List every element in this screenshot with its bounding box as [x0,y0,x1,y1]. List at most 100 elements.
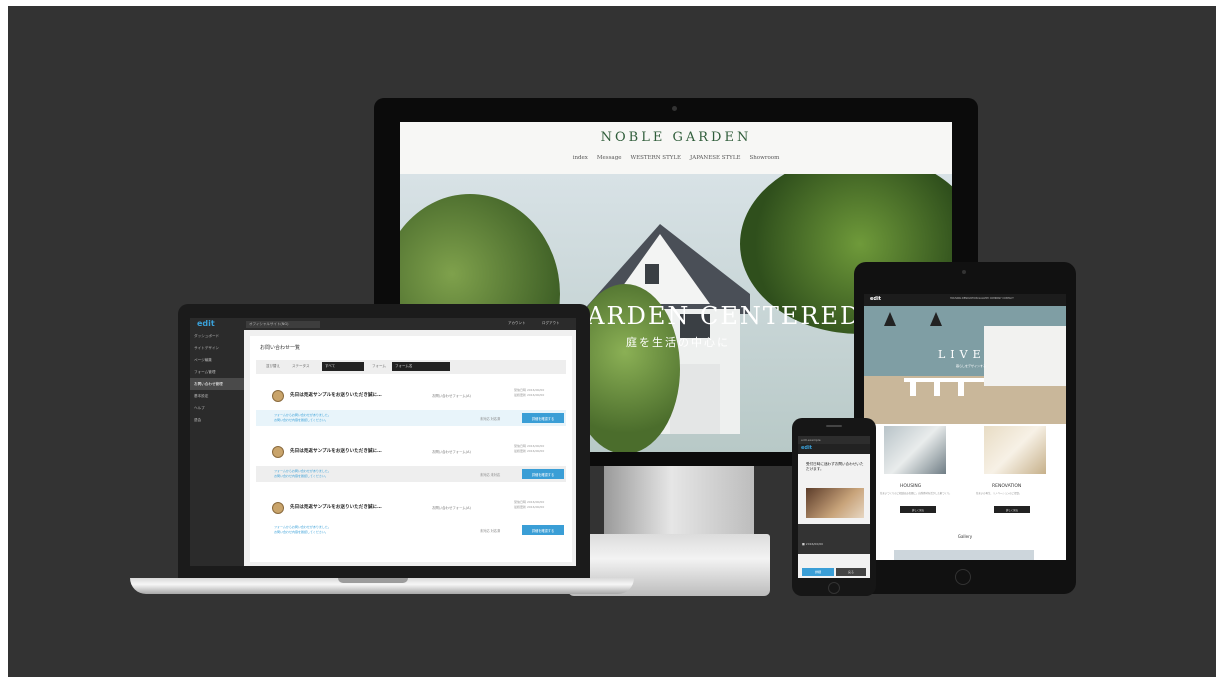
phone-banner: ■ 2016/00/00 [798,524,870,554]
status-toggle[interactable]: 未対応 未対応 [480,472,500,477]
site-header: NOBLE GARDEN index Message WESTERN STYLE… [400,122,952,174]
message-form: お問い合わせフォーム(A) [432,394,471,398]
tablet: edit HOUSING RENOVATION GALLERY COMPANY … [854,262,1076,594]
nav-item-index[interactable]: index [573,155,588,161]
phone-screen: edit.example edit 受付日時に迷わずお問い合わせいただけます。 … [798,436,870,578]
sidebar-item-settings[interactable]: 基本設定 [190,390,244,402]
housing-image[interactable] [884,426,946,474]
monitor-stand [604,466,754,538]
filter-bar: 並び替え ステータス すべて フォーム フォーム名 [256,360,566,374]
status-toggle[interactable]: 未対応 対応済 [480,528,500,533]
gallery-heading: Gallery [957,534,973,539]
admin-logo[interactable]: edit [197,319,215,328]
phone-back-button[interactable]: 戻る [836,568,866,576]
tablet-screen: edit HOUSING RENOVATION GALLERY COMPANY … [864,294,1066,560]
nav-item-showroom[interactable]: Showroom [749,155,779,161]
status-toggle[interactable]: 未対応 対応済 [480,416,500,421]
speaker [826,425,842,427]
status-dropdown[interactable]: すべて [322,362,364,371]
tablet-hero: LIVE 暮らしをデザインする [864,306,1066,424]
note-line-1: フォームからお問い合わせがありました。 [274,525,331,529]
admin-sidebar: ダッシュボード サイトデザイン ページ編集 フォーム管理 お問い合わせ管理 基本… [190,330,244,566]
avatar [272,446,284,458]
sidebar-item-dashboard[interactable]: ダッシュボード [190,330,244,342]
home-button[interactable] [828,582,840,594]
phone-text: 受付日時に迷わずお問い合わせいただけます。 [806,462,864,471]
view-detail-button[interactable]: 詳細を確認する [522,469,564,479]
sidebar-item-forms[interactable]: フォーム管理 [190,366,244,378]
url-field[interactable]: edit.example [801,438,821,442]
note-line-1: フォームからお問い合わせがありました。 [274,413,331,417]
page-title: お問い合わせ一覧 [260,345,301,351]
hero-subtitle: 庭を生活の中心に [626,336,730,349]
avatar [272,390,284,402]
list-item[interactable]: 先日は見返サンプルをお送りいただき誠に… お問い合わせフォーム(A) 受信日時 … [256,380,566,434]
phone-photo [806,488,864,518]
filter-label-status: ステータス [292,364,310,368]
laptop-notch [338,578,408,583]
view-detail-button[interactable]: 詳細を確認する [522,413,564,423]
message-dates: 受信日時 2016/00/00 最終更新 2016/00/00 [514,444,544,454]
received-date: 受信日時 2016/00/00 [514,444,545,448]
showcase-background: NOBLE GARDEN index Message WESTERN STYLE… [8,6,1216,677]
message-title[interactable]: 先日は見返サンプルをお送りいただき誠に… [290,392,382,398]
nav-item-japanese[interactable]: JAPANESE STYLE [690,155,740,161]
updated-date: 最終更新 2016/00/00 [514,393,545,397]
smartphone: edit.example edit 受付日時に迷わずお問い合わせいただけます。 … [792,418,876,596]
message-title[interactable]: 先日は見返サンプルをお送りいただき誠に… [290,504,382,510]
message-footer: フォームからお問い合わせがありました。 お問い合わせ内容を確認してください。 未対… [256,466,566,482]
message-dates: 受信日時 2016/00/00 最終更新 2016/00/00 [514,500,544,510]
camera-icon [962,270,966,274]
note-line-1: フォームからお問い合わせがありました。 [274,469,331,473]
sidebar-item-design[interactable]: サイトデザイン [190,342,244,354]
note-line-2: お問い合わせ内容を確認してください。 [274,529,328,534]
housing-more-button[interactable]: 詳しく見る [900,506,936,513]
tablet-nav[interactable]: HOUSING RENOVATION GALLERY COMPANY CONTA… [950,297,1014,300]
sidebar-item-help[interactable]: ヘルプ [190,402,244,414]
site-logo[interactable]: NOBLE GARDEN [400,130,952,145]
filter-label-form: フォーム [372,364,386,368]
camera-icon [672,106,677,111]
filter-label-sort: 並び替え [266,364,280,368]
sidebar-item-inquiries[interactable]: お問い合わせ管理 [190,378,244,390]
renovation-image[interactable] [984,426,1046,474]
form-dropdown[interactable]: フォーム名 [392,362,450,371]
laptop-screen: edit オフィシャルサイト(NG) アカウント ログアウト ダッシュボード サ… [190,318,576,566]
renovation-more-button[interactable]: 詳しく見る [994,506,1030,513]
view-detail-button[interactable]: 詳細を確認する [522,525,564,535]
message-dates: 受信日時 2016/00/00 最終更新 2016/00/00 [514,388,544,398]
nav-item-message[interactable]: Message [597,155,622,161]
message-footer: フォームからお問い合わせがありました。 お問い合わせ内容を確認してください。 未対… [256,522,566,538]
account-link[interactable]: アカウント [508,321,526,326]
message-footer: フォームからお問い合わせがありました。 お問い合わせ内容を確認してください。 未対… [256,410,566,426]
housing-heading: HOUSING [900,484,922,489]
site-selector[interactable]: オフィシャルサイト(NG) [246,321,320,328]
list-item[interactable]: 先日は見返サンプルをお送りいただき誠に… お問い合わせフォーム(A) 受信日時 … [256,436,566,490]
sidebar-item-pages[interactable]: ページ編集 [190,354,244,366]
laptop: edit オフィシャルサイト(NG) アカウント ログアウト ダッシュボード サ… [178,304,590,580]
list-item[interactable]: 先日は見返サンプルをお送りいただき誠に… お問い合わせフォーム(A) 受信日時 … [256,492,566,546]
updated-date: 最終更新 2016/00/00 [514,449,545,453]
renovation-heading: RENOVATION [992,484,1022,489]
message-note: フォームからお問い合わせがありました。 お問い合わせ内容を確認してください。 [274,413,331,422]
tablet-tiles [864,426,1066,478]
phone-logo[interactable]: edit [801,445,812,451]
phone-detail-button[interactable]: 詳細 [802,568,834,576]
tablet-logo[interactable]: edit [870,296,881,302]
phone-caption: ■ 2016/00/00 [802,542,824,546]
updated-date: 最終更新 2016/00/00 [514,505,545,509]
message-form: お問い合わせフォーム(A) [432,450,471,454]
housing-text: 住まいづくりのご相談はお気軽に。自然素材を活かした家づくり。 [880,492,952,495]
logout-link[interactable]: ログアウト [542,321,560,326]
message-title[interactable]: 先日は見返サンプルをお送りいただき誠に… [290,448,382,454]
sidebar-item-leave[interactable]: 退会 [190,414,244,426]
site-nav: index Message WESTERN STYLE JAPANESE STY… [400,155,952,161]
nav-item-western[interactable]: WESTERN STYLE [630,155,681,161]
gallery-strip[interactable] [894,550,1034,560]
message-note: フォームからお問い合わせがありました。 お問い合わせ内容を確認してください。 [274,525,331,534]
tablet-header: edit HOUSING RENOVATION GALLERY COMPANY … [864,294,1066,306]
home-button[interactable] [955,569,971,585]
note-line-2: お問い合わせ内容を確認してください。 [274,473,328,478]
message-form: お問い合わせフォーム(A) [432,506,471,510]
screenshot-frame: NOBLE GARDEN index Message WESTERN STYLE… [0,0,1224,683]
